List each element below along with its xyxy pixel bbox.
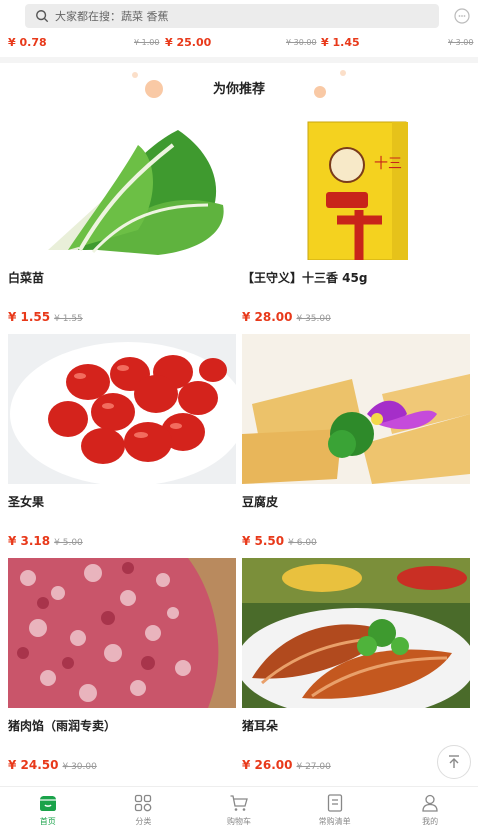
product-image[interactable] <box>8 558 236 708</box>
product-old-price: ¥ 35.00 <box>296 314 331 324</box>
product-name[interactable]: 豆腐皮 <box>242 493 470 509</box>
product-image[interactable] <box>242 334 470 484</box>
arrow-up-icon <box>449 755 459 768</box>
back-to-top-button[interactable] <box>437 745 471 779</box>
strip-price: ¥ 25.00 <box>165 36 212 49</box>
tab-profile[interactable]: 我的 <box>382 787 478 830</box>
tab-label: 购物车 <box>226 817 251 826</box>
decor-dot <box>340 70 346 76</box>
product-card[interactable]: 白菜苗 ¥ 1.55 ¥ 1.55 <box>8 110 236 324</box>
product-image[interactable] <box>8 334 236 484</box>
category-icon <box>135 794 152 812</box>
product-price-row: ¥ 24.50 ¥ 30.00 <box>8 758 236 772</box>
tab-label: 分类 <box>135 817 152 826</box>
product-card[interactable]: 豆腐皮 ¥ 5.50 ¥ 6.00 <box>242 334 470 548</box>
tab-shopping-list[interactable]: 常购清单 <box>287 787 383 830</box>
product-name[interactable]: 白菜苗 <box>8 269 236 285</box>
product-card[interactable]: 猪肉馅（雨润专卖） ¥ 24.50 ¥ 30.00 <box>8 558 236 772</box>
product-name[interactable]: 猪耳朵 <box>242 717 470 733</box>
tab-label: 常购清单 <box>318 817 351 826</box>
product-old-price: ¥ 5.00 <box>54 538 83 548</box>
section-divider <box>0 57 478 63</box>
product-price-row: ¥ 3.18 ¥ 5.00 <box>8 534 236 548</box>
recommend-title: 为你推荐 <box>212 82 265 97</box>
product-card[interactable]: 十三 【王守义】十三香 45g ¥ 28.00 ¥ 35.00 <box>242 110 470 324</box>
tab-home[interactable]: 首页 <box>0 787 96 830</box>
product-old-price: ¥ 27.00 <box>296 762 331 772</box>
product-card[interactable]: 猪耳朵 ¥ 26.00 ¥ 27.00 <box>242 558 470 772</box>
product-card[interactable]: 圣女果 ¥ 3.18 ¥ 5.00 <box>8 334 236 548</box>
product-image[interactable] <box>8 110 236 260</box>
product-price: ¥ 28.00 <box>242 310 293 324</box>
strip-price: ¥ 1.45 <box>321 36 360 49</box>
message-icon[interactable] <box>454 8 470 24</box>
flash-sale-strip: ¥ 0.78 ¥ 1.00 ¥ 25.00 ¥ 30.00 ¥ 1.45 ¥ 3… <box>0 32 478 54</box>
product-image[interactable] <box>242 558 470 708</box>
svg-text:十三: 十三 <box>374 156 402 172</box>
cart-icon <box>230 795 248 811</box>
product-name[interactable]: 【王守义】十三香 45g <box>242 269 470 285</box>
list-icon <box>327 794 342 812</box>
search-icon <box>36 10 49 23</box>
tab-category[interactable]: 分类 <box>96 787 192 830</box>
product-price-row: ¥ 1.55 ¥ 1.55 <box>8 310 236 324</box>
home-icon <box>39 796 56 811</box>
search-placeholder: 大家都在搜：蔬菜 香蕉 <box>55 10 169 23</box>
product-price: ¥ 5.50 <box>242 534 285 548</box>
product-price: ¥ 26.00 <box>242 758 293 772</box>
product-name[interactable]: 圣女果 <box>8 493 236 509</box>
bottom-tab-bar: 首页 分类 购物车 常购清单 我的 <box>0 786 478 830</box>
product-old-price: ¥ 6.00 <box>288 538 317 548</box>
product-price-row: ¥ 28.00 ¥ 35.00 <box>242 310 470 324</box>
product-price-row: ¥ 26.00 ¥ 27.00 <box>242 758 470 772</box>
tab-label: 我的 <box>422 817 439 826</box>
product-price: ¥ 24.50 <box>8 758 59 772</box>
product-old-price: ¥ 30.00 <box>62 762 97 772</box>
strip-price: ¥ 0.78 <box>8 36 47 49</box>
search-input[interactable]: 大家都在搜：蔬菜 香蕉 <box>25 4 439 28</box>
product-price: ¥ 1.55 <box>8 310 51 324</box>
strip-old-price: ¥ 3.00 <box>448 38 474 47</box>
tab-cart[interactable]: 购物车 <box>191 787 287 830</box>
product-image[interactable]: 十三 <box>242 110 470 260</box>
top-bar: 大家都在搜：蔬菜 香蕉 <box>0 0 478 32</box>
strip-old-price: ¥ 1.00 <box>134 38 160 47</box>
product-name[interactable]: 猪肉馅（雨润专卖） <box>8 717 236 733</box>
product-price: ¥ 3.18 <box>8 534 51 548</box>
tab-label: 首页 <box>39 817 56 826</box>
strip-old-price: ¥ 30.00 <box>286 38 317 47</box>
product-price-row: ¥ 5.50 ¥ 6.00 <box>242 534 470 548</box>
user-icon <box>422 794 438 812</box>
product-old-price: ¥ 1.55 <box>54 314 83 324</box>
